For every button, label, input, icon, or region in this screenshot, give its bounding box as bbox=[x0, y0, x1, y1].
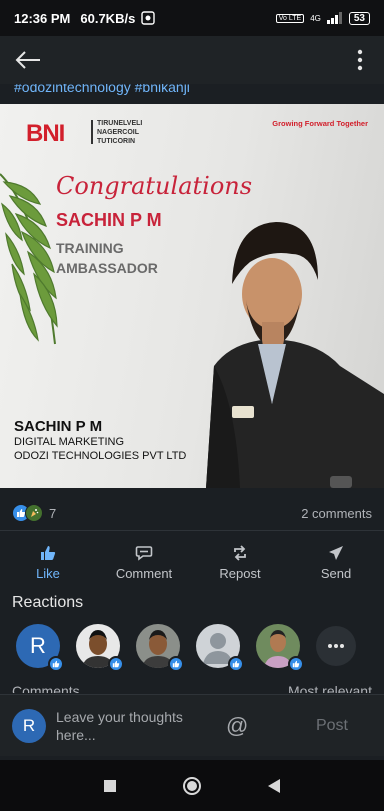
network-speed: 60.7KB/s bbox=[80, 10, 136, 26]
person-caption: SACHIN P M DIGITAL MARKETING ODOZI TECHN… bbox=[14, 418, 186, 463]
avatar-initial: R bbox=[30, 633, 46, 658]
mention-button[interactable]: @ bbox=[226, 713, 248, 739]
like-icon bbox=[41, 545, 56, 560]
repost-icon bbox=[234, 544, 246, 561]
battery-icon: 53 bbox=[348, 11, 370, 25]
bni-logo: BNI bbox=[26, 120, 65, 147]
repost-label: Repost bbox=[219, 565, 261, 581]
recents-button[interactable] bbox=[103, 779, 117, 793]
comment-input[interactable]: Leave your thoughts here... bbox=[56, 708, 206, 744]
chapter-names: TIRUNELVELI NAGERCOIL TUTICORIN bbox=[97, 119, 142, 146]
send-icon bbox=[329, 545, 343, 560]
divider bbox=[0, 530, 384, 531]
reactions-heading: Reactions bbox=[12, 594, 84, 611]
celebrate-reaction-icon bbox=[25, 504, 43, 522]
back-button[interactable] bbox=[12, 44, 44, 76]
home-button[interactable] bbox=[182, 776, 202, 796]
awardee-name: SACHIN P M bbox=[56, 210, 162, 230]
chapter-line: TIRUNELVELI bbox=[97, 120, 143, 127]
more-options-button[interactable] bbox=[348, 44, 372, 76]
comments-count[interactable]: 2 comments bbox=[301, 506, 372, 521]
post-actions: Like Comment Repost Send bbox=[0, 536, 384, 588]
reactor-avatars: R bbox=[0, 624, 384, 676]
placeholder-line: here... bbox=[56, 726, 96, 743]
own-avatar: R bbox=[12, 708, 46, 743]
chapter-line: TUTICORIN bbox=[97, 138, 136, 145]
like-badge-icon bbox=[48, 656, 64, 672]
comment-button[interactable]: Comment bbox=[96, 536, 192, 588]
post-comment-button[interactable]: Post bbox=[316, 717, 348, 735]
top-app-bar bbox=[0, 36, 384, 84]
comments-sort[interactable]: Most relevant bbox=[288, 683, 372, 693]
like-badge-icon bbox=[228, 656, 244, 672]
arrow-left-icon bbox=[15, 51, 40, 69]
reaction-count[interactable]: 7 bbox=[49, 506, 56, 521]
square-icon bbox=[103, 779, 116, 792]
logo-divider bbox=[91, 120, 93, 144]
screen-record-icon bbox=[141, 11, 155, 25]
status-right: Vo LTE 4G 53 bbox=[275, 11, 370, 25]
award-role: TRAINING AMBASSADOR bbox=[56, 238, 158, 278]
more-horizontal-icon bbox=[328, 644, 344, 648]
repost-button[interactable]: Repost bbox=[192, 536, 288, 588]
comment-label: Comment bbox=[115, 565, 173, 581]
chapter-line: NAGERCOIL bbox=[97, 129, 139, 136]
placeholder-line: Leave your thoughts bbox=[56, 708, 183, 725]
comment-composer: R Leave your thoughts here... @ Post bbox=[0, 694, 384, 756]
like-badge-icon bbox=[168, 656, 184, 672]
volte-icon: Vo LTE bbox=[275, 13, 305, 23]
post-hashtags[interactable]: #odozintechnology #bnikanji bbox=[0, 84, 384, 104]
send-label: Send bbox=[320, 565, 352, 581]
circle-icon bbox=[182, 776, 201, 795]
more-reactors-button[interactable] bbox=[316, 626, 356, 666]
like-button[interactable]: Like bbox=[0, 536, 96, 588]
comment-icon bbox=[135, 545, 153, 561]
person-photo bbox=[206, 222, 384, 488]
post-image[interactable]: BNI TIRUNELVELI NAGERCOIL TUTICORIN Grow… bbox=[0, 104, 384, 488]
back-nav-button[interactable] bbox=[267, 778, 281, 794]
own-avatar-initial: R bbox=[22, 715, 36, 735]
role-line: AMBASSADOR bbox=[56, 260, 158, 276]
like-badge-icon bbox=[108, 656, 124, 672]
signal-icon bbox=[326, 12, 343, 24]
status-time: 12:36 PM bbox=[14, 10, 71, 26]
status-bar: 12:36 PM 60.7KB/s Vo LTE 4G 53 bbox=[0, 0, 384, 36]
congratulations-heading: Congratulations bbox=[56, 172, 253, 200]
reaction-icons[interactable] bbox=[12, 504, 43, 522]
comments-heading: Comments bbox=[12, 683, 80, 693]
social-counts-row: 7 2 comments bbox=[0, 498, 384, 528]
person-company: ODOZI TECHNOLOGIES PVT LTD bbox=[14, 450, 187, 462]
person-name: SACHIN P M bbox=[14, 418, 103, 435]
bni-slogan: Growing Forward Together bbox=[272, 119, 368, 128]
more-vertical-icon bbox=[357, 49, 363, 71]
like-label: Like bbox=[36, 565, 60, 581]
send-button[interactable]: Send bbox=[288, 536, 384, 588]
network-type: 4G bbox=[310, 13, 321, 23]
triangle-left-icon bbox=[268, 778, 281, 793]
like-badge-icon bbox=[288, 656, 304, 672]
system-nav-bar bbox=[0, 760, 384, 811]
role-line: TRAINING bbox=[56, 240, 124, 256]
person-title: DIGITAL MARKETING bbox=[14, 436, 125, 448]
comments-header-peek: Comments Most relevant bbox=[12, 683, 372, 693]
